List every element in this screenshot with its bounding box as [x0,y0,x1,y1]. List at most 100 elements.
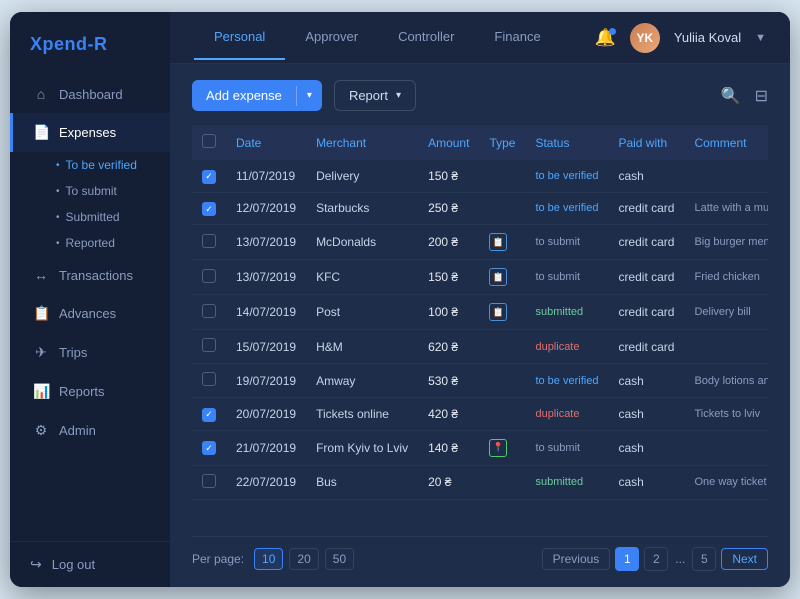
row-checkbox[interactable]: ✓ [202,441,216,455]
prev-button[interactable]: Previous [542,548,611,570]
table-row: 19/07/2019Amway530 ₴to be verifiedcashBo… [192,364,768,398]
row-status: duplicate [525,398,608,431]
row-date: 11/07/2019 [226,160,306,192]
top-nav: Personal Approver Controller Finance 🔔 Y… [170,12,790,64]
row-date: 20/07/2019 [226,398,306,431]
page-numbers: Previous 1 2 ... 5 Next [542,547,768,571]
notification-bell[interactable]: 🔔 [595,28,616,48]
per-page-50[interactable]: 50 [325,548,354,570]
sidebar-item-label: Trips [59,345,87,360]
row-type: 📋 [479,260,525,295]
filter-icon[interactable]: ⊟ [755,86,768,106]
row-amount: 250 ₴ [418,192,479,225]
expenses-table-wrap: Date Merchant Amount Type Status Paid wi… [192,125,768,532]
row-checkbox[interactable] [202,304,216,318]
sidebar-item-trips[interactable]: ✈ Trips [10,333,170,372]
row-comment [684,430,768,465]
row-date: 19/07/2019 [226,364,306,398]
topnav-right: 🔔 YK Yuliia Koval ▼ [595,23,766,53]
sidebar-item-expenses[interactable]: 📄 Expenses [10,113,170,152]
table-row: ✓21/07/2019From Kyiv to Lviv140 ₴📍to sub… [192,430,768,465]
row-checkbox-cell [192,295,226,330]
row-status: to be verified [525,364,608,398]
avatar-initials: YK [637,31,654,45]
search-icon[interactable]: 🔍 [721,86,741,106]
tab-approver[interactable]: Approver [285,15,378,60]
tab-personal[interactable]: Personal [194,15,285,60]
row-status: submitted [525,295,608,330]
subitem-reported[interactable]: Reported [56,230,170,256]
row-date: 21/07/2019 [226,430,306,465]
row-amount: 530 ₴ [418,364,479,398]
subitem-submitted[interactable]: Submitted [56,204,170,230]
row-merchant: Tickets online [306,398,418,431]
page-2[interactable]: 2 [644,547,668,571]
row-checkbox[interactable] [202,372,216,386]
row-type [479,160,525,192]
row-type [479,364,525,398]
table-row: 14/07/2019Post100 ₴📋submittedcredit card… [192,295,768,330]
row-checkbox[interactable]: ✓ [202,408,216,422]
row-paid-with: cash [608,364,684,398]
sidebar: Xpend-R ⌂ Dashboard 📄 Expenses To be ver… [10,12,170,587]
tab-controller[interactable]: Controller [378,15,474,60]
row-merchant: From Kyiv to Lviv [306,430,418,465]
sidebar-item-label: Advances [59,306,116,321]
row-checkbox[interactable]: ✓ [202,202,216,216]
logout-label: Log out [52,557,95,572]
row-comment: Latte with a muffin [684,192,768,225]
expenses-icon: 📄 [33,124,49,141]
sidebar-item-advances[interactable]: 📋 Advances [10,294,170,333]
logout-icon: ↪ [30,556,42,573]
add-expense-label: Add expense [192,80,296,111]
row-checkbox[interactable]: ✓ [202,170,216,184]
col-date: Date [226,125,306,160]
row-amount: 620 ₴ [418,330,479,364]
row-type [479,192,525,225]
col-checkbox [192,125,226,160]
row-date: 22/07/2019 [226,465,306,499]
table-row: ✓11/07/2019Delivery150 ₴to be verifiedca… [192,160,768,192]
page-dots: ... [673,552,687,566]
select-all-checkbox[interactable] [202,134,216,148]
subitem-to-submit[interactable]: To submit [56,178,170,204]
sidebar-item-label: Expenses [59,125,116,140]
user-dropdown-arrow[interactable]: ▼ [755,32,766,44]
tab-finance[interactable]: Finance [474,15,560,60]
col-status: Status [525,125,608,160]
subitem-label: Submitted [66,210,120,224]
add-expense-button[interactable]: Add expense ▾ [192,80,322,111]
page-1[interactable]: 1 [615,547,639,571]
expenses-subitems: To be verified To submit Submitted Repor… [10,152,170,256]
app-container: Xpend-R ⌂ Dashboard 📄 Expenses To be ver… [10,12,790,587]
toolbar-right: 🔍 ⊟ [721,86,768,106]
row-date: 14/07/2019 [226,295,306,330]
subitem-to-be-verified[interactable]: To be verified [56,152,170,178]
expenses-table: Date Merchant Amount Type Status Paid wi… [192,125,768,500]
sidebar-item-reports[interactable]: 📊 Reports [10,372,170,411]
row-checkbox[interactable] [202,234,216,248]
trips-icon: ✈ [33,344,49,361]
row-merchant: Starbucks [306,192,418,225]
row-checkbox-cell: ✓ [192,430,226,465]
toolbar: Add expense ▾ Report ▾ 🔍 ⊟ [192,80,768,111]
row-checkbox[interactable] [202,474,216,488]
add-expense-dropdown-arrow[interactable]: ▾ [297,82,322,109]
row-merchant: Bus [306,465,418,499]
row-checkbox[interactable] [202,338,216,352]
per-page-20[interactable]: 20 [289,548,318,570]
row-status: submitted [525,465,608,499]
page-5[interactable]: 5 [692,547,716,571]
row-comment: Delivery bill [684,295,768,330]
next-button[interactable]: Next [721,548,768,570]
row-amount: 150 ₴ [418,160,479,192]
sidebar-item-admin[interactable]: ⚙ Admin [10,411,170,450]
per-page-10[interactable]: 10 [254,548,283,570]
logout-button[interactable]: ↪ Log out [10,541,170,587]
sidebar-item-transactions[interactable]: ↔ Transactions [10,256,170,294]
row-merchant: Post [306,295,418,330]
row-checkbox[interactable] [202,269,216,283]
sidebar-item-dashboard[interactable]: ⌂ Dashboard [10,75,170,113]
report-button[interactable]: Report ▾ [334,80,416,111]
table-row: 15/07/2019H&M620 ₴duplicatecredit card [192,330,768,364]
